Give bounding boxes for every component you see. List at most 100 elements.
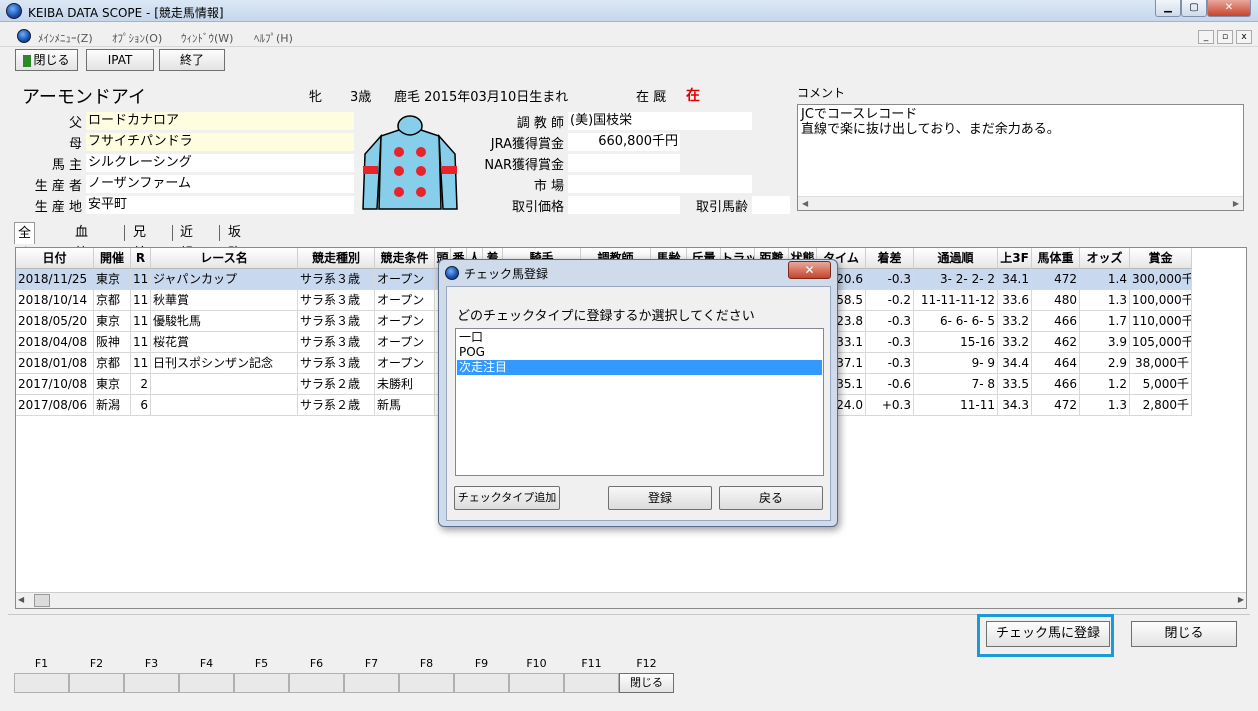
table-cell: 11-11 — [914, 395, 998, 416]
function-key-button[interactable] — [509, 673, 564, 693]
table-hscrollbar[interactable]: ◀ ▶ — [16, 592, 1246, 608]
column-header[interactable]: 通過順 — [914, 248, 998, 269]
function-key-button[interactable] — [399, 673, 454, 693]
function-key-button[interactable] — [179, 673, 234, 693]
function-key-button[interactable] — [124, 673, 179, 693]
table-cell: 6- 6- 6- 5 — [914, 311, 998, 332]
mdi-close-button[interactable]: x — [1236, 30, 1252, 44]
comment-textarea[interactable]: JCでコースレコード 直線で楽に抜け出しており、まだ余力ある。 ◀ ▶ — [797, 104, 1244, 211]
racing-silks-icon — [361, 114, 459, 212]
menu-option[interactable]: ｵﾌﾟｼｮﾝ(O) — [112, 30, 162, 46]
add-check-type-button[interactable]: チェックタイプ追加 — [454, 486, 560, 510]
column-header[interactable]: 馬体重 — [1032, 248, 1080, 269]
table-cell: サラ系３歳 — [298, 269, 375, 290]
breeder-label: 生 産 者 — [34, 179, 82, 194]
column-header[interactable]: 競走条件 — [375, 248, 435, 269]
list-item[interactable]: 一口 — [457, 330, 822, 345]
column-header[interactable]: 上3F — [998, 248, 1032, 269]
table-cell: 未勝利 — [375, 374, 435, 395]
column-header[interactable]: 着差 — [866, 248, 914, 269]
column-header[interactable]: 賞金 — [1130, 248, 1192, 269]
function-key-button[interactable] — [564, 673, 619, 693]
price-field — [568, 196, 680, 214]
function-key-button[interactable] — [69, 673, 124, 693]
menu-bar: ﾒｲﾝﾒﾆｭｰ(Z) ｵﾌﾟｼｮﾝ(O) ｳｨﾝﾄﾞｳ(W) ﾍﾙﾌﾟ(H) — [0, 27, 1258, 47]
column-header[interactable]: 競走種別 — [298, 248, 375, 269]
table-cell: -0.2 — [866, 290, 914, 311]
tab-relatives[interactable]: 近親 — [177, 222, 196, 261]
tab-slope-training[interactable]: 坂路調教一覧 — [225, 222, 244, 345]
table-cell: 東京 — [94, 374, 131, 395]
table-cell: 東京 — [94, 269, 131, 290]
trainer-label: 調 教 師 — [516, 116, 564, 131]
scroll-left-icon[interactable]: ◀ — [18, 595, 24, 604]
table-cell: 9- 9 — [914, 353, 998, 374]
mdi-restore-button[interactable]: ▫ — [1217, 30, 1233, 44]
function-key-label: F4 — [199, 657, 214, 670]
sire-field[interactable]: ロードカナロア — [86, 112, 354, 130]
tab-all-results[interactable]: 全成績 — [14, 222, 36, 283]
table-cell: 2017/08/06 — [16, 395, 94, 416]
table-cell: オープン — [375, 353, 435, 374]
table-cell: オープン — [375, 332, 435, 353]
dialog-body: どのチェックタイプに登録するか選択してください 一口 POG 次走注目 チェック… — [446, 286, 831, 521]
check-horse-dialog: チェック馬登録 ✕ どのチェックタイプに登録するか選択してください 一口 POG… — [438, 259, 838, 527]
tab-siblings[interactable]: 兄弟 — [130, 222, 149, 261]
tab-pedigree[interactable]: 血統表 — [72, 222, 91, 282]
dialog-close-button[interactable]: ✕ — [788, 261, 831, 279]
price-label: 取引価格 — [511, 200, 564, 215]
function-key-label: F2 — [89, 657, 104, 670]
register-check-horse-button[interactable]: チェック馬に登録 — [986, 621, 1110, 647]
function-key-label: F11 — [581, 657, 602, 670]
dialog-register-button[interactable]: 登録 — [608, 486, 712, 510]
check-type-listbox[interactable]: 一口 POG 次走注目 — [455, 328, 824, 476]
mdi-globe-icon — [17, 29, 31, 43]
maximize-button[interactable]: ▢ — [1181, 0, 1207, 17]
menu-window[interactable]: ｳｨﾝﾄﾞｳ(W) — [181, 30, 233, 46]
column-header[interactable]: オッズ — [1080, 248, 1130, 269]
status-label: 在 厩 — [636, 90, 667, 105]
table-cell: 33.5 — [998, 374, 1032, 395]
function-key-label: F12 — [636, 657, 657, 670]
function-key-button[interactable] — [14, 673, 69, 693]
bottom-close-button[interactable]: 閉じる — [1131, 621, 1237, 647]
scroll-right-icon[interactable]: ▶ — [1238, 595, 1244, 604]
function-key-button[interactable] — [289, 673, 344, 693]
minimize-button[interactable]: ▁ — [1155, 0, 1181, 17]
ipat-button[interactable]: IPAT — [86, 49, 154, 71]
dam-label: 母 — [68, 137, 82, 152]
comment-hscrollbar[interactable]: ◀ ▶ — [798, 196, 1243, 210]
toolbar-close-button[interactable]: 閉じる — [15, 49, 78, 71]
horse-sex: 牝 — [309, 90, 323, 105]
function-key-button[interactable] — [344, 673, 399, 693]
dialog-back-button[interactable]: 戻る — [719, 486, 823, 510]
exit-button[interactable]: 終了 — [159, 49, 225, 71]
menu-main[interactable]: ﾒｲﾝﾒﾆｭｰ(Z) — [38, 30, 93, 46]
table-cell: 480 — [1032, 290, 1080, 311]
column-header[interactable]: 日付 — [16, 248, 94, 269]
table-cell: 11 — [131, 332, 151, 353]
table-cell — [151, 374, 298, 395]
column-header[interactable]: 開催 — [94, 248, 131, 269]
close-window-button[interactable]: ✕ — [1207, 0, 1251, 17]
mdi-minimize-button[interactable]: _ — [1198, 30, 1214, 44]
breeder-field: ノーザンファーム — [86, 175, 354, 193]
function-key-button[interactable]: 閉じる — [619, 673, 674, 693]
menu-help[interactable]: ﾍﾙﾌﾟ(H) — [254, 30, 293, 46]
table-cell: 33.6 — [998, 290, 1032, 311]
trade-age-field — [752, 196, 790, 214]
table-cell: サラ系３歳 — [298, 353, 375, 374]
list-item[interactable]: POG — [457, 345, 822, 360]
table-cell: 38,000千 — [1130, 353, 1192, 374]
market-label: 市 場 — [533, 179, 564, 194]
function-key-button[interactable] — [454, 673, 509, 693]
function-key-button[interactable] — [234, 673, 289, 693]
dam-field[interactable]: フサイチパンドラ — [86, 133, 354, 151]
table-cell: 3.9 — [1080, 332, 1130, 353]
column-header[interactable]: R — [131, 248, 151, 269]
list-item-selected[interactable]: 次走注目 — [457, 360, 822, 375]
table-cell: 1.7 — [1080, 311, 1130, 332]
column-header[interactable]: レース名 — [151, 248, 298, 269]
scroll-thumb[interactable] — [34, 594, 50, 607]
table-cell: -0.3 — [866, 332, 914, 353]
